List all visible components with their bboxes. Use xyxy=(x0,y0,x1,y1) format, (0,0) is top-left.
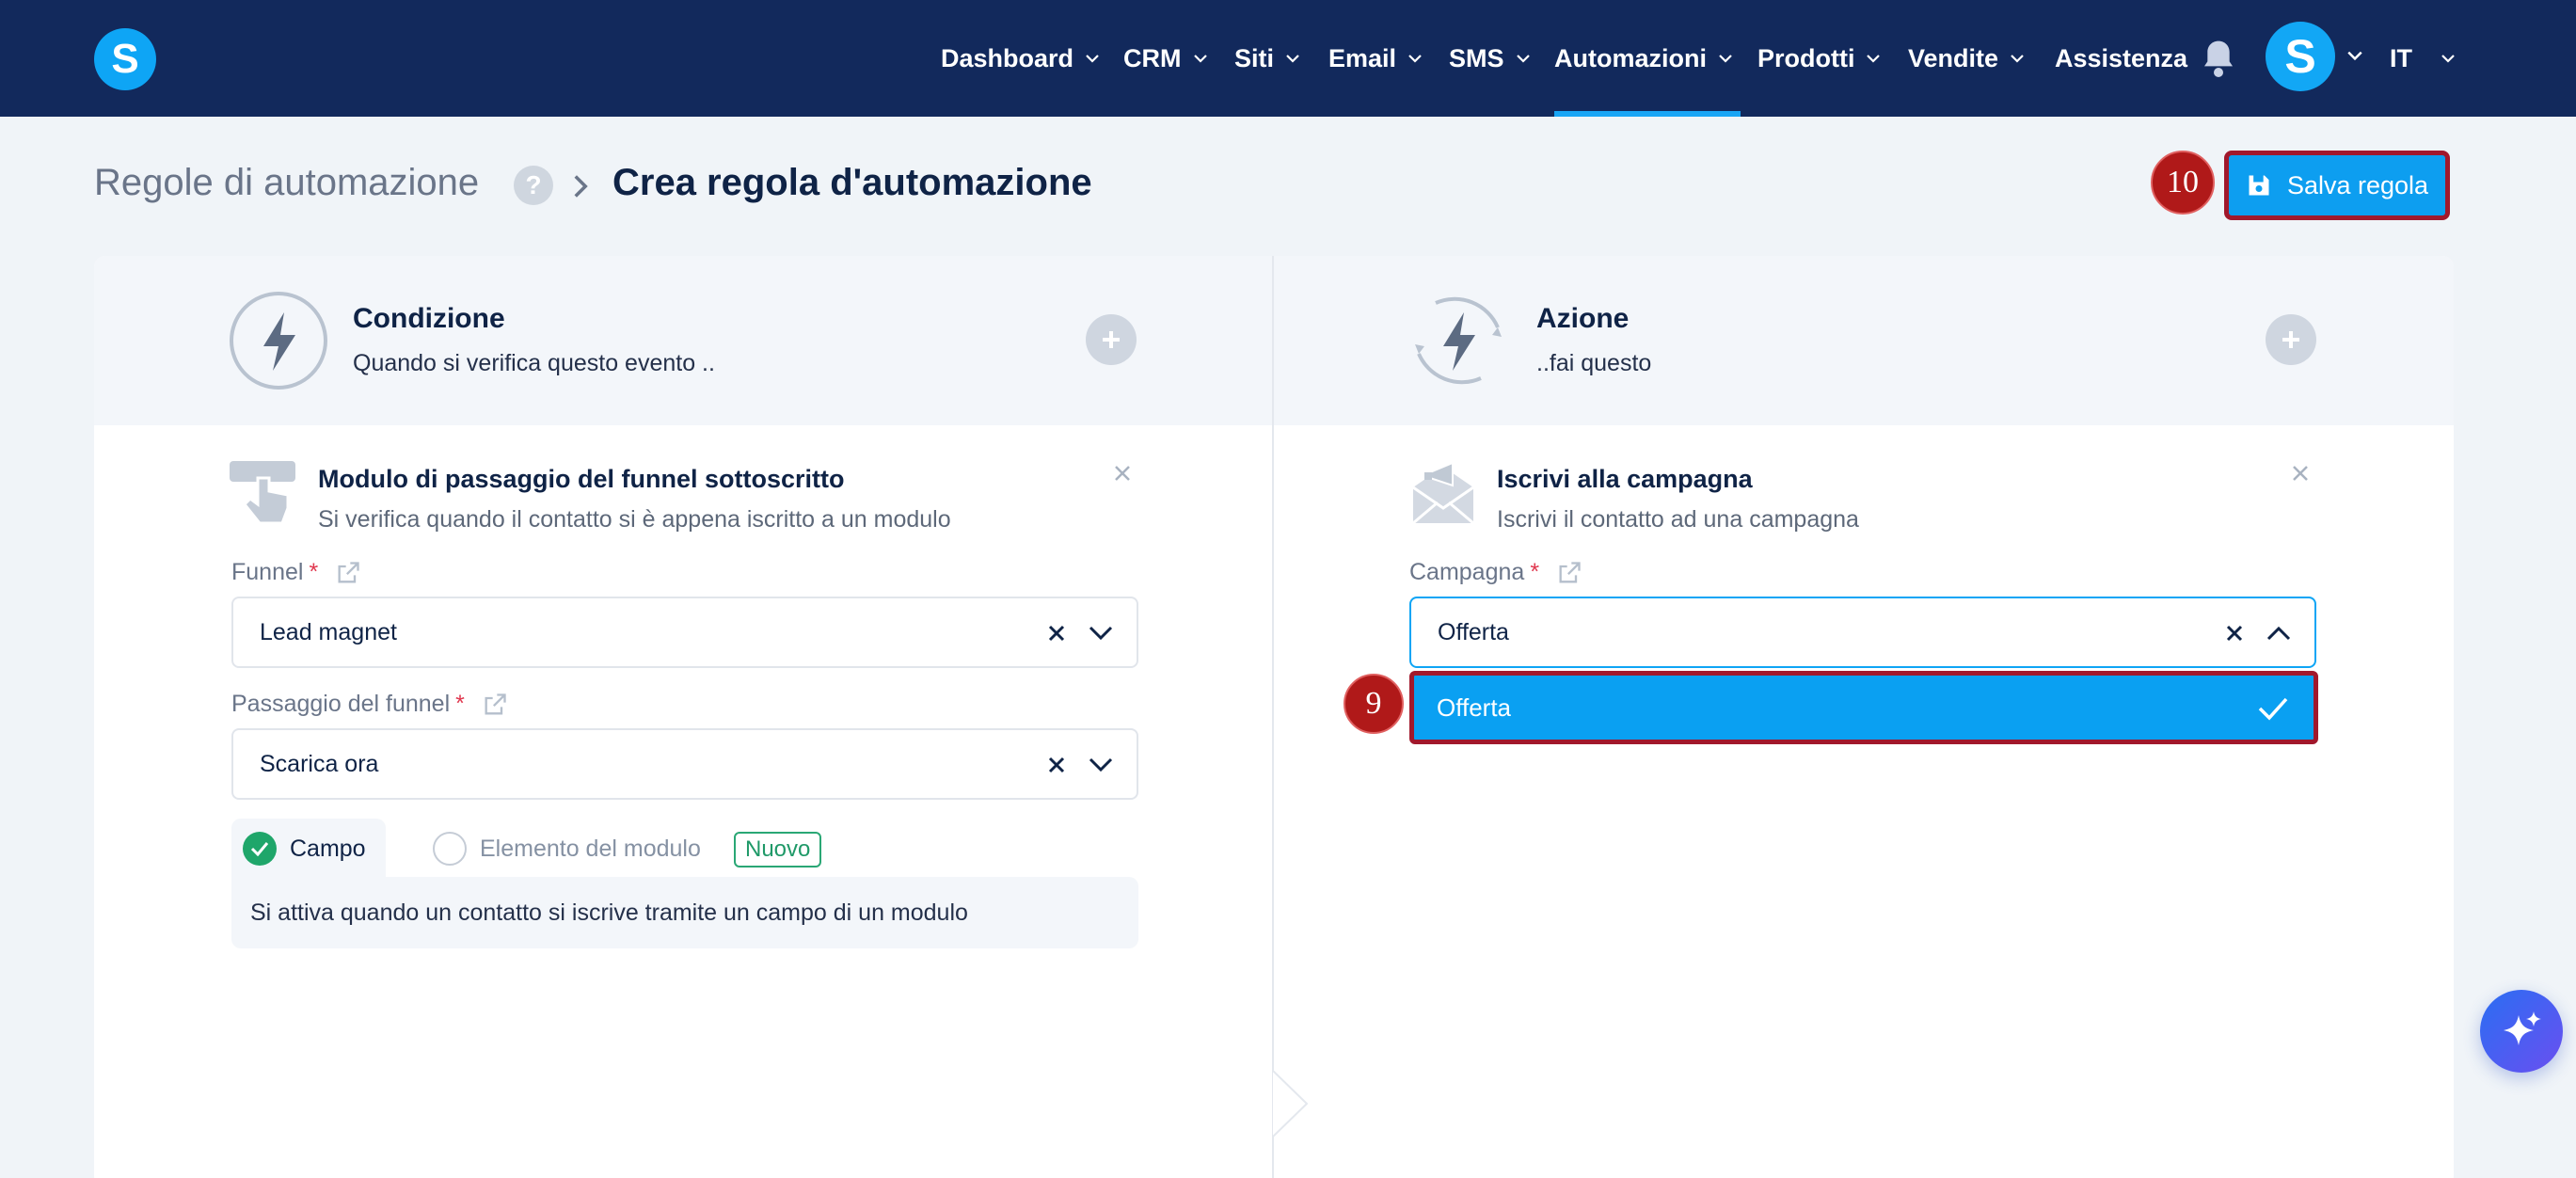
chevron-down-icon xyxy=(1516,55,1530,63)
chevron-right-icon xyxy=(574,175,588,198)
nav-item-prodotti[interactable]: Prodotti xyxy=(1757,0,1881,117)
external-link-icon[interactable] xyxy=(1556,560,1582,586)
chevron-down-icon[interactable] xyxy=(1088,756,1114,773)
page-title: Crea regola d'automazione xyxy=(612,162,1092,203)
card-header xyxy=(94,256,2454,425)
plus-icon xyxy=(2282,331,2299,348)
campaign-option-label: Offerta xyxy=(1437,692,1512,722)
breadcrumb-root[interactable]: Regole di automazione xyxy=(94,162,479,204)
nav-item-label: CRM xyxy=(1123,43,1182,72)
radio-campo-label: Campo xyxy=(290,835,366,862)
nav-item-vendite[interactable]: Vendite xyxy=(1908,0,2025,117)
close-icon[interactable] xyxy=(2288,461,2313,486)
funnel-step-label: Passaggio del funnel * xyxy=(231,691,508,718)
column-divider xyxy=(1272,256,1274,1178)
condition-subtitle: Quando si verifica questo evento .. xyxy=(353,350,715,376)
nav-item-label: Prodotti xyxy=(1757,43,1855,72)
funnel-select-value: Lead magnet xyxy=(260,618,397,645)
chevron-down-icon xyxy=(1408,55,1422,63)
action-block-subtitle: Iscrivi il contatto ad una campagna xyxy=(1497,506,1859,533)
campaign-label-text: Campagna xyxy=(1409,559,1525,585)
save-button-label: Salva regola xyxy=(2286,170,2429,199)
avatar[interactable]: S xyxy=(2266,22,2335,91)
chevron-down-icon[interactable] xyxy=(1088,625,1114,642)
language-label: IT xyxy=(2390,43,2412,72)
chevron-down-icon xyxy=(1286,55,1299,63)
divider-arrow xyxy=(1273,1071,1309,1137)
nav-item-sms[interactable]: SMS xyxy=(1449,0,1531,117)
chevron-down-icon xyxy=(2011,55,2024,63)
funnel-step-label-text: Passaggio del funnel xyxy=(231,691,451,717)
new-badge: Nuovo xyxy=(734,832,822,868)
chevron-down-icon[interactable] xyxy=(2346,49,2363,62)
chevron-down-icon xyxy=(1193,55,1207,63)
help-icon[interactable]: ? xyxy=(514,166,553,205)
nav-item-dashboard[interactable]: Dashboard xyxy=(941,0,1100,117)
sparkle-icon xyxy=(2504,1011,2541,1045)
funnel-select[interactable]: Lead magnet xyxy=(231,597,1138,668)
nav-item-assistenza[interactable]: Assistenza xyxy=(2055,0,2187,117)
save-rule-button[interactable]: Salva regola xyxy=(2224,151,2450,220)
clear-icon[interactable] xyxy=(1046,755,1067,775)
lightning-icon xyxy=(230,292,327,390)
hand-pointer-icon xyxy=(230,461,295,525)
campaign-label: Campagna * xyxy=(1409,559,1582,586)
nav-item-label: Automazioni xyxy=(1554,43,1707,72)
nav-item-label: Dashboard xyxy=(941,43,1074,72)
check-icon xyxy=(2258,697,2288,721)
funnel-step-select-value: Scarica ora xyxy=(260,750,379,777)
campaign-select-value: Offerta xyxy=(1438,618,1509,645)
external-link-icon[interactable] xyxy=(335,560,361,586)
chevron-down-icon xyxy=(2441,55,2455,63)
nav-item-label: SMS xyxy=(1449,43,1504,72)
condition-block-subtitle: Si verifica quando il contatto si è appe… xyxy=(318,506,951,533)
radio-campo[interactable]: Campo xyxy=(243,832,366,866)
funnel-step-select[interactable]: Scarica ora xyxy=(231,728,1138,800)
top-navigation: S Dashboard CRM Siti Email SMS Automazio… xyxy=(0,0,2576,117)
external-link-icon[interactable] xyxy=(482,692,508,718)
action-block-title: Iscrivi alla campagna xyxy=(1497,465,1753,493)
nav-item-label: Siti xyxy=(1234,43,1275,72)
condition-block-title: Modulo di passaggio del funnel sottoscri… xyxy=(318,465,845,493)
save-icon xyxy=(2249,175,2269,196)
lightning-cycle-icon xyxy=(1415,296,1502,385)
campaign-select[interactable]: Offerta xyxy=(1409,597,2316,668)
step-marker-option: 9 xyxy=(1344,674,1404,734)
funnel-label: Funnel * xyxy=(231,559,361,586)
checked-radio-icon xyxy=(243,832,277,866)
nav-item-label: Assistenza xyxy=(2055,43,2188,72)
close-icon[interactable] xyxy=(1110,461,1135,486)
step-marker-save: 10 xyxy=(2151,151,2215,215)
app-logo[interactable]: S xyxy=(94,28,156,90)
nav-item-email[interactable]: Email xyxy=(1328,0,1423,117)
funnel-label-text: Funnel xyxy=(231,559,304,585)
condition-title: Condizione xyxy=(353,303,505,334)
chevron-up-icon[interactable] xyxy=(2266,625,2292,642)
clear-icon[interactable] xyxy=(1046,623,1067,644)
radio-elemento-modulo[interactable]: Elemento del modulo xyxy=(433,832,701,866)
plus-icon xyxy=(1103,331,1120,348)
trigger-info: Si attiva quando un contatto si iscrive … xyxy=(231,877,1138,948)
unchecked-radio-icon xyxy=(433,832,467,866)
nav-item-crm[interactable]: CRM xyxy=(1123,0,1208,117)
chevron-down-icon xyxy=(1867,55,1881,63)
nav-item-label: Email xyxy=(1328,43,1397,72)
action-title: Azione xyxy=(1536,303,1630,334)
nav-item-automazioni[interactable]: Automazioni xyxy=(1554,0,1741,117)
campaign-option[interactable]: Offerta xyxy=(1409,671,2318,744)
ai-assistant-button[interactable] xyxy=(2480,990,2563,1073)
bell-icon[interactable] xyxy=(2200,38,2237,79)
action-subtitle: ..fai questo xyxy=(1536,350,1652,376)
language-selector[interactable]: IT xyxy=(2390,0,2456,117)
clear-icon[interactable] xyxy=(2224,623,2245,644)
add-action-button[interactable] xyxy=(2266,314,2316,365)
radio-elemento-label: Elemento del modulo xyxy=(480,835,701,862)
nav-item-label: Vendite xyxy=(1908,43,1999,72)
nav-item-siti[interactable]: Siti xyxy=(1234,0,1300,117)
campaign-mail-icon xyxy=(1412,461,1474,525)
add-condition-button[interactable] xyxy=(1086,314,1137,365)
chevron-down-icon xyxy=(1719,55,1732,63)
chevron-down-icon xyxy=(1086,55,1099,63)
